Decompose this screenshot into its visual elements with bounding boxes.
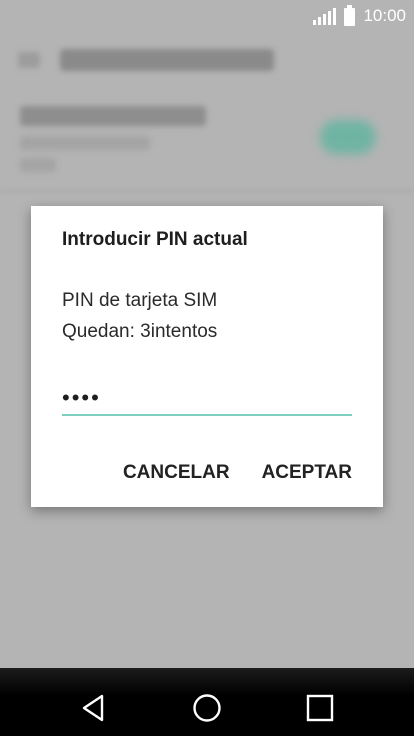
status-time: 10:00 [363,6,406,25]
background-setting-summary-2 [20,158,56,172]
cancel-button[interactable]: CANCELAR [123,462,230,484]
signal-icon [313,7,337,25]
background-back-icon [18,52,40,68]
status-bar: 10:00 [0,0,414,32]
back-icon [82,694,104,722]
attempts-remaining-text: Quedan: 3intentos [62,321,218,342]
battery-icon [344,5,356,26]
dialog-buttons: CANCELAR ACEPTAR [123,462,352,484]
navigation-bar [0,668,414,736]
back-button[interactable] [72,686,116,730]
pin-dialog: Introducir PIN actual PIN de tarjeta SIM… [31,206,383,507]
pin-input[interactable] [62,382,352,416]
background-toggle [320,120,376,154]
background-setting-summary [20,136,150,150]
background-setting-title [20,106,206,126]
sim-pin-label: PIN de tarjeta SIM [62,290,218,311]
background-app-bar [0,32,414,88]
background-title [60,49,274,71]
recents-button[interactable] [298,686,342,730]
recents-icon [306,694,334,722]
home-button[interactable] [185,686,229,730]
accept-button[interactable]: ACEPTAR [262,462,352,484]
background-divider [0,190,414,192]
home-icon [193,694,221,722]
dialog-title: Introducir PIN actual [62,229,248,250]
